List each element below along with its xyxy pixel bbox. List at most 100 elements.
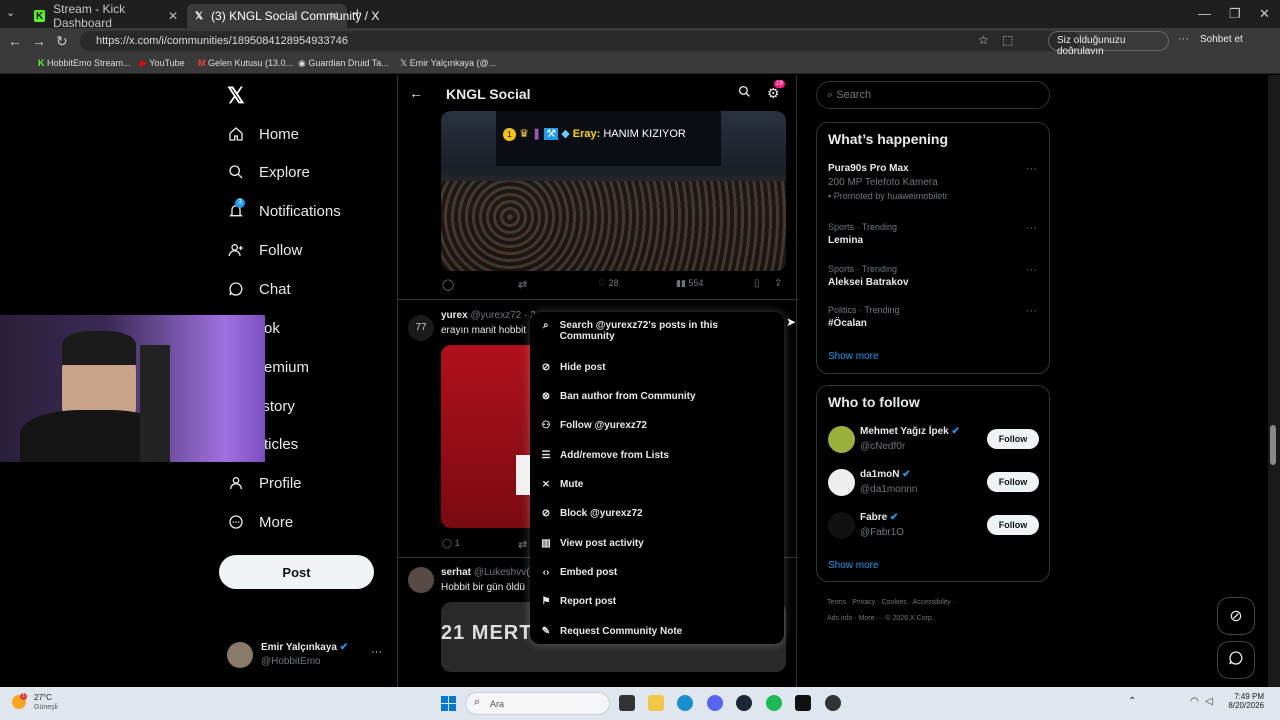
nvidia-icon[interactable] xyxy=(795,695,811,711)
footer-link[interactable]: Terms xyxy=(827,599,846,606)
menu-item-post-activity[interactable]: ▥ View post activity xyxy=(540,538,770,549)
more-icon[interactable]: ··· xyxy=(1026,305,1037,317)
follow-button[interactable]: Follow xyxy=(987,472,1039,492)
trend-item[interactable]: Sports · Trending Aleksei Batrakov ··· xyxy=(828,264,1040,288)
windows-start-icon[interactable] xyxy=(441,696,456,711)
bookmark-item[interactable]: K HobbitEmo Stream... xyxy=(38,58,131,68)
menu-item-ban-author[interactable]: ⊗ Ban author from Community xyxy=(540,391,770,402)
more-icon[interactable]: ··· xyxy=(1026,222,1037,234)
messages-floating-button[interactable] xyxy=(1217,641,1255,679)
bookmark-item[interactable]: ◉ Guardian Druid Ta... xyxy=(298,58,389,69)
follow-button[interactable]: Follow xyxy=(987,515,1039,535)
reply-icon[interactable]: ◯ xyxy=(442,278,454,291)
extensions-icon[interactable]: ⬚ xyxy=(1002,33,1013,47)
tab-list-chevron-icon[interactable]: ⌄ xyxy=(6,6,15,19)
share-icon[interactable]: ⇪ xyxy=(774,278,782,289)
nav-notifications[interactable]: 3 Notifications xyxy=(227,196,341,226)
views-button[interactable]: ▮▮ 554 xyxy=(676,278,703,289)
chat-button[interactable]: Sohbet et xyxy=(1200,34,1243,45)
show-more-link[interactable]: Show more xyxy=(828,351,879,362)
user-name[interactable]: Fabre ✔ xyxy=(860,512,898,523)
avatar[interactable] xyxy=(828,469,855,496)
task-view-icon[interactable] xyxy=(619,695,635,711)
account-switcher[interactable]: Emir Yalçınkaya ✔ @HobbitEmo ··· xyxy=(225,638,385,672)
more-icon[interactable]: ··· xyxy=(1026,264,1037,276)
nav-explore[interactable]: Explore xyxy=(227,157,310,187)
retweet-icon[interactable]: ⇄ xyxy=(518,538,527,551)
page-scrollbar[interactable] xyxy=(1268,75,1280,687)
footer-link[interactable]: Cookies xyxy=(881,599,906,606)
menu-item-lists[interactable]: ☰ Add/remove from Lists xyxy=(540,450,770,461)
bookmark-item[interactable]: ▶ YouTube xyxy=(140,58,185,69)
nav-profile[interactable]: Profile xyxy=(227,468,302,498)
tray-chevron-icon[interactable]: ⌃ xyxy=(1128,696,1136,707)
search-input[interactable]: ⌕ Search xyxy=(816,81,1050,109)
search-icon[interactable] xyxy=(738,85,751,103)
footer-link[interactable]: Privacy xyxy=(852,599,875,606)
tab-kick-dashboard[interactable]: K Stream - Kick Dashboard ✕ xyxy=(26,2,186,30)
clock[interactable]: 7:49 PM 8/20/2026 xyxy=(1224,692,1264,710)
restore-icon[interactable]: ❐ xyxy=(1229,6,1241,22)
avatar[interactable] xyxy=(828,512,855,539)
more-icon[interactable]: ··· xyxy=(1178,33,1189,45)
close-icon[interactable]: ✕ xyxy=(168,9,178,23)
bookmark-item[interactable]: M Gelen Kutusu (13.0... xyxy=(198,58,293,68)
back-icon[interactable]: ← xyxy=(8,33,22,49)
tab-kngl-social[interactable]: 𝕏 (3) KNGL Social Community / X ✕ xyxy=(187,4,379,28)
menu-item-hide-post[interactable]: ⊘ Hide post xyxy=(540,362,770,373)
volume-icon[interactable]: ◁ xyxy=(1205,696,1213,707)
footer-link[interactable]: Ads info xyxy=(827,615,852,622)
nav-home[interactable]: Home xyxy=(227,119,299,149)
edge-icon[interactable] xyxy=(677,695,693,711)
menu-item-follow[interactable]: ⚇ Follow @yurexz72 xyxy=(540,420,770,431)
forward-icon[interactable]: → xyxy=(32,33,46,49)
footer-link[interactable]: More ··· xyxy=(859,615,884,622)
new-tab-icon[interactable]: + xyxy=(353,5,362,22)
menu-item-embed[interactable]: ‹› Embed post xyxy=(540,567,770,578)
steam-icon[interactable] xyxy=(736,695,752,711)
like-button[interactable]: ♡ 28 xyxy=(598,278,619,289)
close-icon[interactable]: ✕ xyxy=(329,9,339,23)
back-arrow-icon[interactable]: ← xyxy=(409,85,423,101)
x-logo-icon[interactable]: 𝕏 xyxy=(227,83,245,109)
weather-widget[interactable]: 1 27°C Güneşli xyxy=(12,693,82,715)
verify-identity-button[interactable]: Siz olduğunuzu doğrulayın xyxy=(1048,31,1169,57)
menu-item-search-posts[interactable]: ⌕ Search @yurexz72's posts in this Commun… xyxy=(540,320,770,342)
url-field[interactable]: https://x.com/i/communities/189508412895… xyxy=(80,31,1080,51)
bookmark-item[interactable]: 𝕏 Emir Yalçınkaya (@... xyxy=(400,58,496,69)
promoted-trend[interactable]: Pura90s Pro Max 200 MP Telefoto Kamera ▪… xyxy=(828,163,1040,201)
grok-floating-button[interactable]: ⊘ xyxy=(1217,597,1255,635)
more-icon[interactable]: ··· xyxy=(1026,163,1037,175)
nav-follow[interactable]: Follow xyxy=(227,235,302,265)
user-name[interactable]: Mehmet Yağız İpek ✔ xyxy=(860,426,960,437)
obs-icon[interactable] xyxy=(825,695,841,711)
taskbar-search-input[interactable]: ⌕ Ara xyxy=(465,692,610,715)
post-image-crowd[interactable]: 1 ♛ ❚ ⚒ ◆ Eray: HANIM KIZIYOR xyxy=(441,111,786,271)
post-button[interactable]: Post xyxy=(219,555,374,589)
minimize-icon[interactable]: — xyxy=(1198,6,1211,21)
menu-item-mute[interactable]: ⨯ Mute xyxy=(540,479,770,490)
avatar[interactable] xyxy=(828,426,855,453)
reply-button[interactable]: ◯ 1 xyxy=(442,538,460,549)
nav-chat[interactable]: Chat xyxy=(227,274,291,304)
settings-gear-icon[interactable]: ⚙ 19 xyxy=(767,80,785,102)
avatar[interactable]: 77 xyxy=(408,315,434,341)
scrollbar-thumb[interactable] xyxy=(1270,425,1276,465)
spotify-icon[interactable] xyxy=(766,695,782,711)
close-window-icon[interactable]: ✕ xyxy=(1259,6,1270,22)
trend-item[interactable]: Sports · Trending Lemina ··· xyxy=(828,222,1040,246)
trend-item[interactable]: Politics · Trending #Öcalan ··· xyxy=(828,305,1040,329)
nav-more[interactable]: More xyxy=(227,507,293,537)
menu-item-report[interactable]: ⚑ Report post xyxy=(540,596,770,607)
file-explorer-icon[interactable] xyxy=(648,695,664,711)
post-image-red[interactable] xyxy=(441,345,541,528)
avatar[interactable] xyxy=(408,567,434,593)
reload-icon[interactable]: ↻ xyxy=(56,33,68,50)
menu-item-block[interactable]: ⊘ Block @yurexz72 xyxy=(540,508,770,519)
show-more-link[interactable]: Show more xyxy=(828,560,879,571)
menu-item-community-note[interactable]: ✎ Request Community Note xyxy=(540,626,770,637)
wifi-icon[interactable]: ◠ xyxy=(1190,696,1199,707)
bookmark-icon[interactable]: ▯ xyxy=(754,278,760,289)
user-name[interactable]: da1moN ✔ xyxy=(860,469,911,480)
star-icon[interactable]: ☆ xyxy=(978,33,989,47)
